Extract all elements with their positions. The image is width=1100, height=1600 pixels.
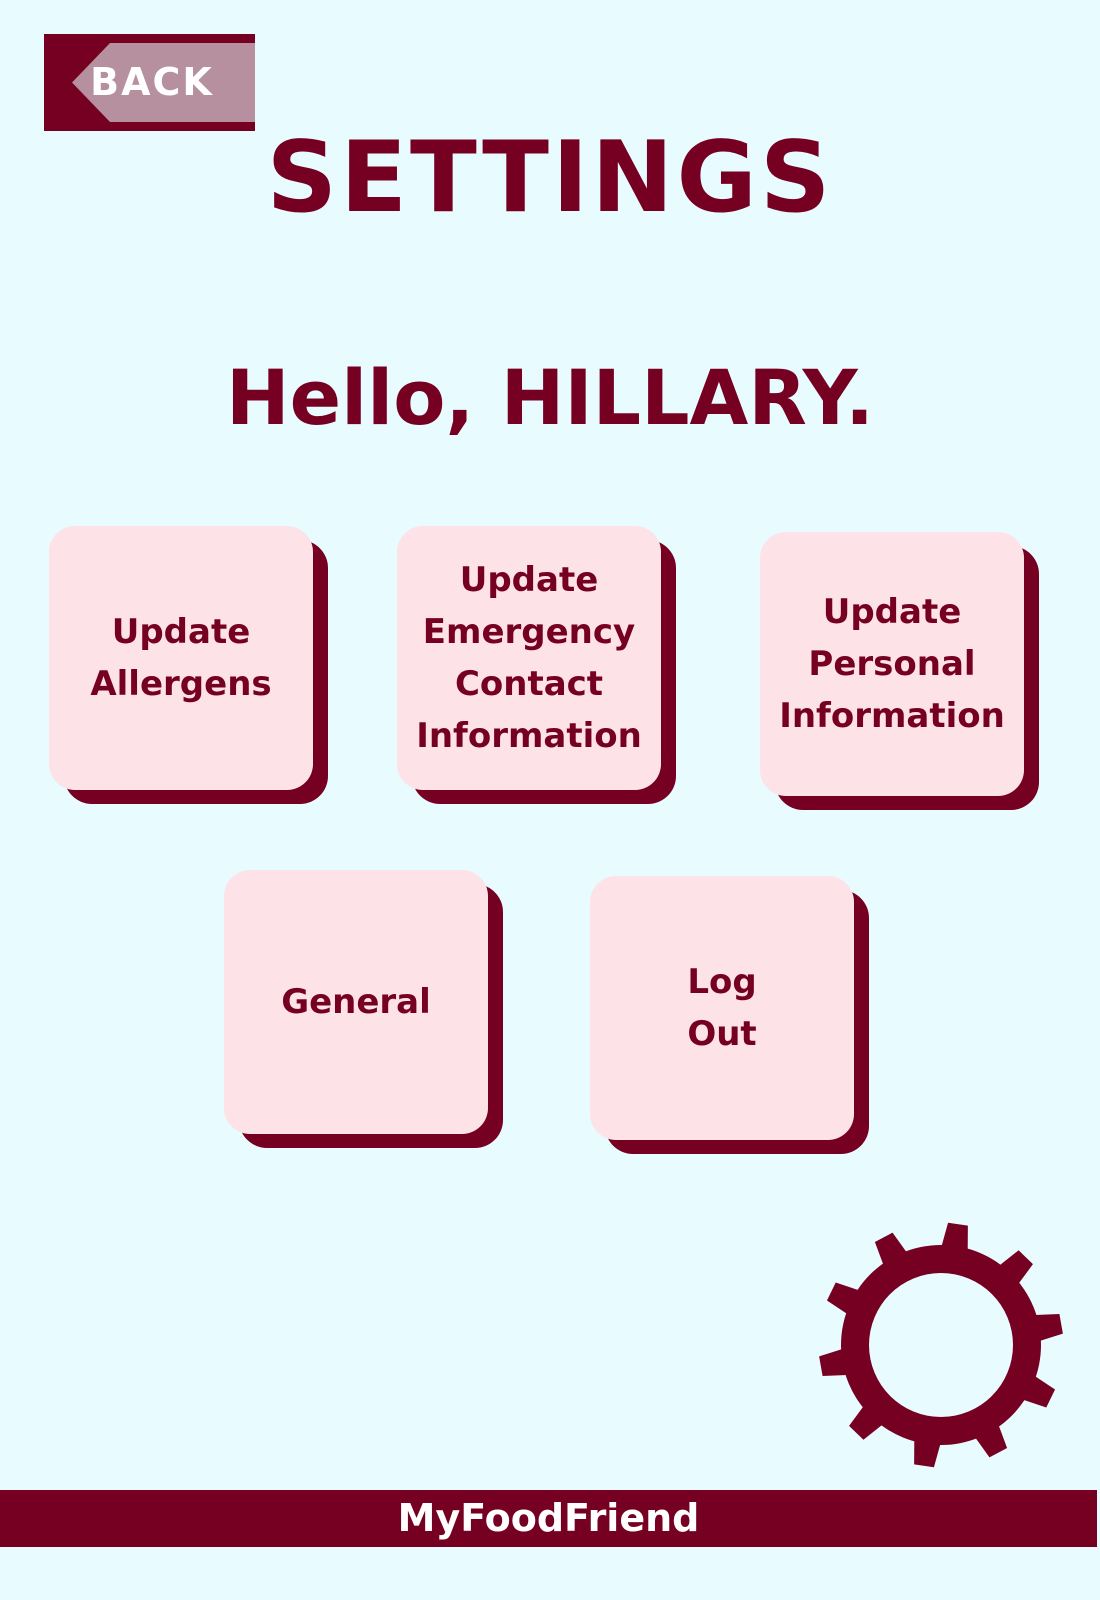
page-title: SETTINGS — [266, 121, 834, 235]
update-allergens-button[interactable]: Update Allergens — [49, 526, 328, 804]
tile-face: General — [224, 870, 488, 1134]
tile-label: Update Personal Information — [779, 592, 1005, 736]
gear-tooth — [914, 1434, 943, 1468]
back-button-label: BACK — [90, 60, 214, 104]
greeting-text: Hello, HILLARY. — [225, 353, 875, 442]
update-personal-information-button[interactable]: Update Personal Information — [760, 532, 1039, 810]
brand-name: MyFoodFriend — [397, 1496, 700, 1540]
tile-face: Update Allergens — [49, 526, 313, 790]
tile-face: Log Out — [590, 876, 854, 1140]
tile-label: General — [281, 982, 431, 1022]
tile-label: Update Allergens — [90, 612, 272, 704]
footer-bar: MyFoodFriend — [0, 1490, 1097, 1547]
tile-face: Update Emergency Contact Information — [397, 526, 661, 790]
tile-label: Update Emergency Contact Information — [416, 560, 642, 756]
log-out-button[interactable]: Log Out — [590, 876, 869, 1154]
gear-tooth — [939, 1222, 968, 1256]
general-button[interactable]: General — [224, 870, 503, 1148]
tile-label: Log Out — [687, 962, 757, 1054]
tile-face: Update Personal Information — [760, 532, 1024, 796]
gear-icon — [819, 1222, 1063, 1468]
back-button[interactable]: BACK — [44, 34, 255, 131]
update-emergency-contact-button[interactable]: Update Emergency Contact Information — [397, 526, 676, 804]
